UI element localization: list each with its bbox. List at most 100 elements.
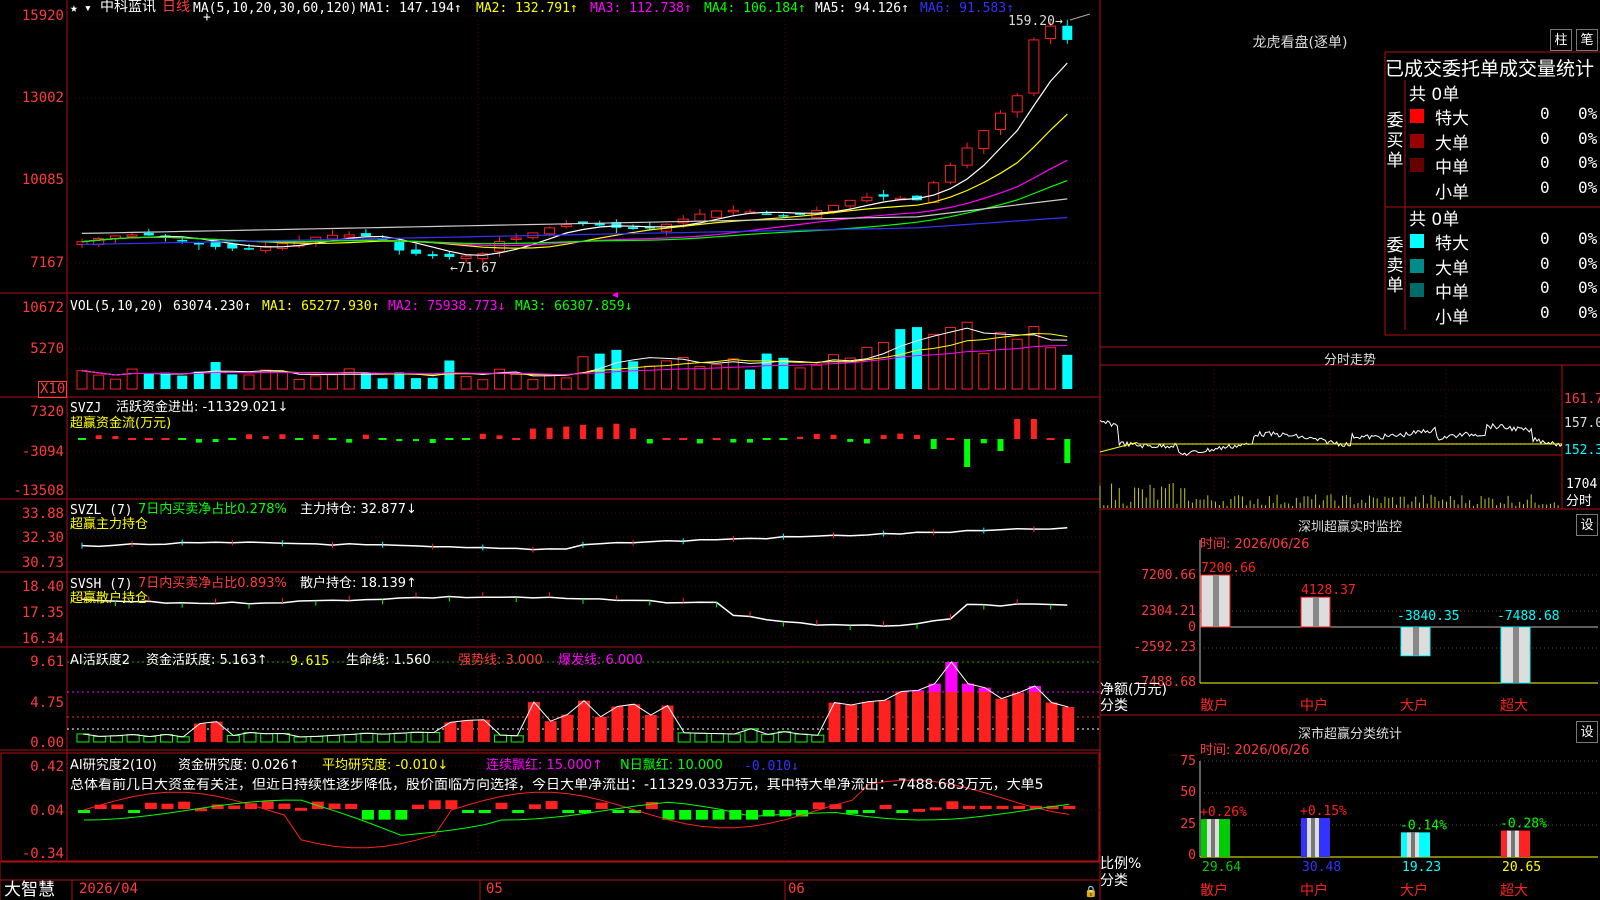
vol-ma3: MA3: 66307.859↓ xyxy=(515,299,633,314)
activity-bar xyxy=(260,733,274,743)
activity-bar xyxy=(777,731,791,743)
volume-bar xyxy=(327,374,338,390)
lock-icon[interactable]: 🔒 xyxy=(1084,884,1098,899)
activity-bar xyxy=(895,691,908,742)
activity-bar xyxy=(878,700,891,742)
svzl-axis-label: 33.88 xyxy=(21,506,64,522)
fund-flow-bar xyxy=(679,438,688,440)
sell-row-name: 中单 xyxy=(1435,283,1469,303)
bar-mode-button[interactable]: 柱 xyxy=(1550,29,1572,51)
volume-bar xyxy=(895,329,906,389)
volume-bar xyxy=(360,372,371,389)
ratio-value-label: 29.64 xyxy=(1202,860,1241,875)
active-value2: 9.615 xyxy=(290,654,330,669)
intraday-vol-label: 分时 xyxy=(1566,494,1593,509)
volume-bar xyxy=(126,368,138,390)
moving-average-line xyxy=(81,159,1068,247)
svzj-value: 活跃资金进出: -11329.021↓ xyxy=(116,400,289,415)
candle-body xyxy=(143,232,154,236)
activity-bar xyxy=(76,733,90,743)
fund-flow-bar xyxy=(212,439,219,443)
candle-body xyxy=(861,196,873,202)
buy-color-swatch xyxy=(1410,158,1424,172)
tick-mode-button[interactable]: 笔 xyxy=(1576,29,1598,51)
research-bar xyxy=(111,804,124,809)
ma1-value: MA1: 147.194↑ xyxy=(360,1,462,16)
vol-ma1: MA1: 65277.930↑ xyxy=(262,299,380,314)
avg-research-value: 平均研究度: -0.010↓ xyxy=(322,758,449,773)
active-value: 资金活跃度: 5.163↑ xyxy=(146,653,268,668)
sz-monitor-settings-button[interactable]: 设 xyxy=(1576,514,1598,536)
fund-flow-bar xyxy=(496,435,503,439)
candle-body xyxy=(944,164,956,183)
volume-bar xyxy=(527,379,539,390)
stock-terminal: 7200.66 4128.37 -3840.35 -7488.68 散户 中户 大户 超大 +0… xyxy=(0,0,1600,900)
fund-flow-bar xyxy=(946,438,955,440)
fund-flow-bar xyxy=(596,427,603,439)
fund-flow-bar xyxy=(646,439,653,444)
research-bar xyxy=(361,810,374,820)
favorite-star-icon[interactable]: ★ xyxy=(70,1,78,16)
activity-bar xyxy=(494,734,507,743)
sell-orders-label: 委卖单 xyxy=(1386,236,1404,296)
sz-category-axis: 25 xyxy=(1180,817,1196,832)
net-flow-bar-shade xyxy=(1313,597,1319,627)
period-label[interactable]: 日线 xyxy=(162,0,190,15)
fund-flow-bar xyxy=(95,435,102,439)
activity-bar xyxy=(544,721,557,742)
lifeline-value: 生命线: 1.560 xyxy=(346,653,431,668)
sell-color-swatch xyxy=(1410,283,1424,297)
fund-flow-bar xyxy=(964,439,971,467)
fund-flow-bar xyxy=(413,439,419,442)
volume-bar xyxy=(1011,338,1023,390)
research-bar xyxy=(595,802,608,809)
price-axis-label: 15920 xyxy=(21,8,64,24)
net-flow-bar-shade xyxy=(1513,627,1519,683)
svzj-axis-label: 7320 xyxy=(30,404,64,420)
research-bar xyxy=(512,810,525,813)
buy-orders-label: 委买单 xyxy=(1386,111,1404,171)
fund-flow-bar xyxy=(980,439,987,444)
sell-total: 共 0单 xyxy=(1409,210,1460,230)
vol-scale-button[interactable]: X10 xyxy=(38,381,68,398)
ratio-change-label: +0.26% xyxy=(1200,805,1247,820)
volume-bar xyxy=(444,360,455,389)
svzj-axis-label: -3094 xyxy=(21,444,64,460)
crosshair-cursor-icon: + xyxy=(203,10,211,25)
research-bar xyxy=(378,810,391,820)
analysis-summary: 总体看前几日大资金有关注，但近日持续性逐步降低，股价面临方向选择，今日大单净流出… xyxy=(70,778,1044,793)
buy-row-count: 0 xyxy=(1540,104,1550,123)
research-bar xyxy=(295,807,308,811)
research-bar xyxy=(445,800,458,809)
sz-category-settings-button[interactable]: 设 xyxy=(1576,721,1598,743)
candle-body xyxy=(193,242,204,245)
fund-flow-bar xyxy=(78,438,86,440)
fund-flow-bar xyxy=(563,426,570,439)
fund-flow-bar xyxy=(747,439,753,443)
sell-row-pct: 0% xyxy=(1578,253,1598,273)
activity-bar xyxy=(845,704,858,742)
candle-body xyxy=(995,112,1006,130)
fund-flow-bar xyxy=(1064,439,1071,463)
fund-flow-bar xyxy=(295,438,304,440)
brand-label: 大智慧 xyxy=(4,880,55,900)
volume-bar xyxy=(560,377,572,390)
net-flow-value-label: 4128.37 xyxy=(1301,583,1356,598)
activity-bar xyxy=(628,704,641,742)
menu-arrow-icon[interactable]: ▾ xyxy=(84,1,92,16)
ratio-value-label: 30.48 xyxy=(1302,860,1341,875)
candle-body xyxy=(244,248,254,250)
sell-row-name: 特大 xyxy=(1435,234,1469,254)
activity-bar xyxy=(711,733,725,743)
fund-flow-bar xyxy=(228,438,237,440)
fund-flow-bar xyxy=(847,439,854,442)
low-price-mark: ←71.67 xyxy=(450,261,497,276)
candle-body xyxy=(761,213,772,215)
category-ratio-bar-shade xyxy=(1211,819,1215,857)
fund-flow-bar xyxy=(262,435,269,439)
volume-bar xyxy=(160,372,171,389)
activity-bar xyxy=(677,732,691,743)
activity-burst-bar xyxy=(1028,685,1041,693)
svsh-ratio: 7日内买卖净占比0.893% xyxy=(138,576,287,591)
volume-bar xyxy=(193,371,204,389)
